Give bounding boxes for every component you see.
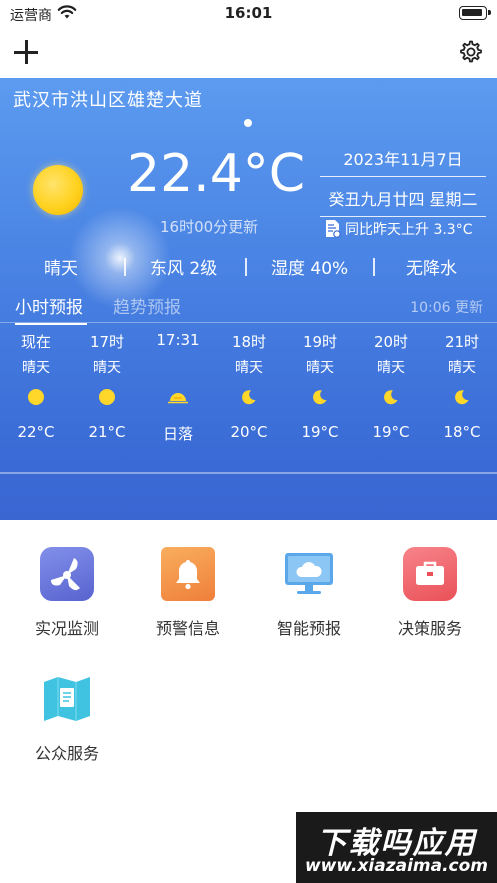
divider <box>245 258 247 276</box>
page-indicator <box>244 119 252 127</box>
hourly-condition <box>148 357 208 381</box>
watermark-logo: 下载吗应用 www.xiazaima.com <box>296 812 497 883</box>
hourly-temperature: 21°C <box>88 423 126 441</box>
moon-icon <box>361 381 421 415</box>
lunar-date-label: 癸丑九月廿四 星期二 <box>320 177 486 217</box>
service-label: 智能预报 <box>276 619 341 638</box>
compare-yesterday: 同比昨天上升 3.3°C <box>325 219 473 239</box>
hourly-condition: 晴天 <box>235 360 263 376</box>
watermark-url: www.xiazaima.com <box>304 856 489 876</box>
hourly-temperature: 19°C <box>372 423 410 441</box>
hourly-condition: 晴天 <box>306 360 334 376</box>
hourly-temperature: 日落 <box>162 425 193 443</box>
hourly-item: 21时晴天 18°C <box>432 331 492 441</box>
hourly-time: 19时 <box>302 333 338 351</box>
divider <box>373 258 375 276</box>
forecast-tabs: 小时预报 趋势预报 10:06 更新 <box>0 293 497 325</box>
date-box: 2023年11月7日 癸丑九月廿四 星期二 <box>320 146 486 217</box>
tab-trend[interactable]: 趋势预报 <box>113 293 181 318</box>
divider <box>124 258 126 276</box>
hourly-temperature: 22°C <box>17 423 55 441</box>
condition-label: 晴天 <box>44 259 78 279</box>
hourly-time: 20时 <box>373 333 409 351</box>
map-icon <box>40 672 94 726</box>
hourly-temperature: 20°C <box>230 423 268 441</box>
top-bar <box>0 28 497 78</box>
fan-icon <box>40 547 94 601</box>
service-grid: 实况监测 预警信息 智能预报 决策服务 公众服务 <box>0 520 497 810</box>
hourly-condition: 晴天 <box>93 360 121 376</box>
current-temperature: 22.4°C <box>127 144 306 204</box>
hourly-time: 17:31 <box>156 331 200 349</box>
hourly-condition: 晴天 <box>377 360 405 376</box>
update-time: 16时00分更新 <box>160 218 259 236</box>
compare-text: 同比昨天上升 3.3°C <box>345 222 473 238</box>
document-icon <box>326 220 341 238</box>
bell-icon <box>161 547 215 601</box>
location-label[interactable]: 武汉市洪山区雄楚大道 <box>13 86 203 112</box>
moon-icon <box>290 381 350 415</box>
hourly-item: 20时晴天 19°C <box>361 331 421 441</box>
monitor-cloud-icon <box>282 547 336 601</box>
date-label: 2023年11月7日 <box>320 146 486 177</box>
add-location-button[interactable] <box>12 38 40 66</box>
moon-icon <box>432 381 492 415</box>
weather-hero[interactable]: 武汉市洪山区雄楚大道 22.4°C 16时00分更新 2023年11月7日 癸丑… <box>0 78 497 520</box>
sun-icon <box>33 165 83 215</box>
hourly-condition: 晴天 <box>448 360 476 376</box>
status-bar: 运营商 16:01 <box>0 0 497 28</box>
hourly-item: 18时晴天 20°C <box>219 331 279 441</box>
precipitation-label: 无降水 <box>406 259 457 279</box>
hourly-time: 18时 <box>231 333 267 351</box>
sun-icon <box>6 381 66 415</box>
service-realtime-monitor[interactable]: 实况监测 <box>17 547 117 639</box>
hourly-item: 现在晴天 22°C <box>6 331 66 441</box>
hourly-item: 17:31 日落 <box>148 331 208 444</box>
service-label: 预警信息 <box>155 619 220 638</box>
sunset-icon <box>148 381 208 415</box>
service-label: 决策服务 <box>397 619 462 638</box>
hourly-time: 17时 <box>89 333 125 351</box>
hourly-time: 21时 <box>444 333 480 351</box>
service-decision[interactable]: 决策服务 <box>380 547 480 639</box>
service-warning-info[interactable]: 预警信息 <box>138 547 238 639</box>
moon-icon <box>219 381 279 415</box>
service-label: 实况监测 <box>34 619 99 638</box>
sun-icon <box>77 381 137 415</box>
weather-summary: 晴天 东风 2级 湿度 40% 无降水 <box>0 254 497 280</box>
hourly-forecast[interactable]: 现在 晴天 22°C 17时 晴天 21°C 17:31 日落 18时 晴天 20°C 19时 晴天 19… <box>0 331 497 461</box>
forecast-update-time: 10:06 更新 <box>410 300 483 316</box>
hero-divider <box>0 472 497 474</box>
hourly-temperature: 19°C <box>301 423 339 441</box>
briefcase-icon <box>403 547 457 601</box>
hourly-time: 现在 <box>20 333 51 351</box>
tabs-divider <box>0 322 497 323</box>
wind-label: 东风 2级 <box>150 259 218 279</box>
clock: 16:01 <box>224 4 273 22</box>
service-label: 公众服务 <box>34 744 99 763</box>
service-smart-forecast[interactable]: 智能预报 <box>259 547 359 639</box>
service-public[interactable]: 公众服务 <box>17 672 117 764</box>
hourly-condition: 晴天 <box>22 360 50 376</box>
hourly-item: 19时晴天 19°C <box>290 331 350 441</box>
hourly-temperature: 18°C <box>443 423 481 441</box>
humidity-label: 湿度 40% <box>271 259 349 279</box>
settings-gear-icon[interactable] <box>457 39 483 65</box>
battery-icon <box>459 6 491 20</box>
tab-hourly[interactable]: 小时预报 <box>15 293 87 325</box>
hourly-item: 17时晴天 21°C <box>77 331 137 441</box>
